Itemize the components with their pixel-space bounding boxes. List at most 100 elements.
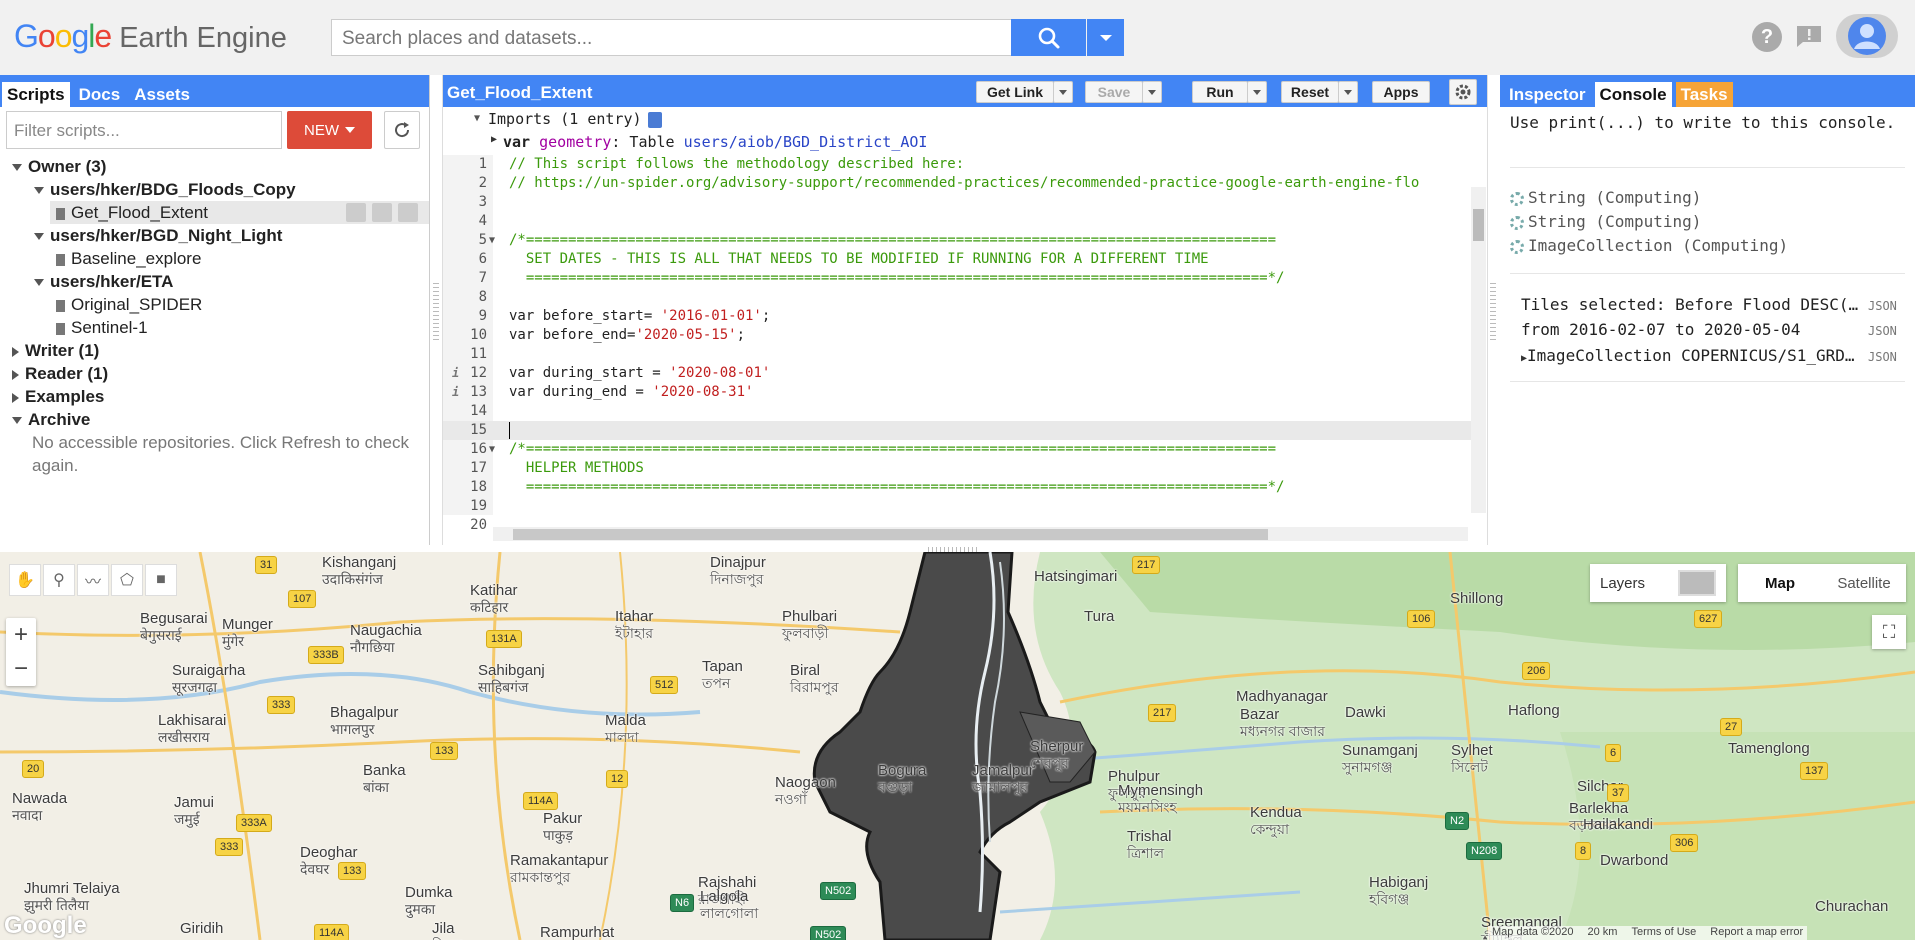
map-view[interactable]: Kishanganj उदाकिसंगंज Katihar कटिहार Dinajpu…	[0, 552, 1915, 940]
zoom-out-button[interactable]: −	[6, 652, 36, 686]
map-type-map-button[interactable]: Map	[1738, 564, 1822, 602]
imports-header[interactable]: ▼ Imports (1 entry)	[474, 110, 662, 128]
file-icon	[56, 299, 65, 312]
save-options-button[interactable]	[1142, 81, 1162, 103]
refresh-button[interactable]	[384, 111, 420, 149]
get-link-options-button[interactable]	[1053, 81, 1073, 103]
reset-button[interactable]: Reset	[1281, 81, 1339, 103]
map-place-label: Churachan	[1815, 898, 1889, 915]
code-line[interactable]: 6 SET DATES - THIS IS ALL THAT NEEDS TO …	[443, 250, 1473, 269]
code-line[interactable]: 10 var before_end='2020-05-15';	[443, 326, 1473, 345]
code-line[interactable]: 16 ▼ /*===================================…	[443, 440, 1473, 459]
zoom-in-button[interactable]: +	[6, 618, 36, 652]
tab-console[interactable]: Console	[1594, 82, 1672, 107]
reset-options-button[interactable]	[1338, 81, 1358, 103]
search-input[interactable]: Search places and datasets...	[331, 19, 1012, 56]
help-icon[interactable]: ?	[1752, 22, 1782, 52]
code-area[interactable]: 1 // This script follows the methodology …	[443, 155, 1473, 533]
apps-button[interactable]: Apps	[1372, 81, 1430, 103]
show-code-icon[interactable]	[647, 111, 662, 128]
tab-scripts[interactable]: Scripts	[2, 82, 70, 107]
right-splitter[interactable]	[1490, 280, 1496, 340]
tree-reader[interactable]: Reader (1)	[0, 362, 429, 385]
terms-of-use-link[interactable]: Terms of Use	[1631, 926, 1696, 940]
tree-repo-eta[interactable]: users/hker/ETA	[0, 270, 429, 293]
google-earth-engine-logo[interactable]: Google Earth Engine	[14, 18, 287, 58]
code-line[interactable]: 2 // https://un-spider.org/advisory-suppo…	[443, 174, 1473, 193]
add-marker-icon[interactable]: ⚲	[43, 564, 75, 596]
line-number: 5	[478, 232, 487, 248]
search-button[interactable]	[1011, 19, 1086, 56]
json-link[interactable]: JSON	[1868, 350, 1897, 364]
filter-scripts-input[interactable]: Filter scripts...	[6, 111, 282, 149]
fold-icon[interactable]: ▼	[489, 440, 495, 459]
fullscreen-icon[interactable]: ⛶	[1872, 615, 1906, 649]
map-place-label: Begusarai बेगुसराई	[140, 610, 208, 643]
tree-repo-bgd-night-light[interactable]: users/hker/BGD_Night_Light	[0, 224, 429, 247]
info-icon[interactable]: i	[452, 364, 459, 383]
tree-file-get-flood-extent[interactable]: Get_Flood_Extent	[50, 201, 429, 224]
json-link[interactable]: JSON	[1868, 324, 1897, 338]
editor-horizontal-scrollbar[interactable]	[493, 527, 1468, 541]
expand-icon	[34, 233, 44, 241]
account-avatar[interactable]	[1836, 14, 1898, 58]
tree-examples[interactable]: Examples	[0, 385, 429, 408]
pan-hand-icon[interactable]: ✋	[9, 564, 41, 596]
json-link[interactable]: JSON	[1868, 299, 1897, 313]
tree-archive[interactable]: Archive	[0, 408, 429, 431]
code-line[interactable]: 7 ======================================…	[443, 269, 1473, 288]
code-line[interactable]: 14	[443, 402, 1473, 421]
fold-icon[interactable]: ▼	[489, 231, 495, 250]
loading-spinner-icon	[1510, 215, 1524, 230]
draw-line-icon[interactable]: 〰	[77, 564, 109, 596]
info-icon[interactable]: i	[452, 383, 459, 402]
draw-rectangle-icon[interactable]: ■	[145, 564, 177, 596]
line-number: 9	[478, 308, 487, 324]
code-line[interactable]: 15	[443, 421, 1473, 440]
delete-icon[interactable]	[398, 203, 418, 222]
tab-docs[interactable]: Docs	[74, 82, 126, 107]
tab-tasks[interactable]: Tasks	[1675, 82, 1733, 107]
tree-writer[interactable]: Writer (1)	[0, 339, 429, 362]
editor-vertical-scrollbar[interactable]	[1471, 187, 1486, 513]
console-output-collection[interactable]: ▶ImageCollection COPERNICUS/S1_GRD...	[1521, 346, 1861, 365]
code-line[interactable]: 9 var before_start= '2016-01-01';	[443, 307, 1473, 326]
code-line[interactable]: 5 ▼ /*====================================…	[443, 231, 1473, 250]
tree-repo-bdg-floods-copy[interactable]: users/hker/BDG_Floods_Copy	[0, 178, 429, 201]
app-header: Google Earth Engine Search places and da…	[0, 0, 1915, 75]
run-button[interactable]: Run	[1192, 81, 1248, 103]
code-line[interactable]: 12 i var during_start = '2020-08-01'	[443, 364, 1473, 383]
map-type-satellite-button[interactable]: Satellite	[1822, 564, 1906, 602]
report-map-error-link[interactable]: Report a map error	[1710, 926, 1803, 940]
fold-icon[interactable]: ▼	[474, 113, 480, 124]
code-line[interactable]: 1 // This script follows the methodology …	[443, 155, 1473, 174]
draw-polygon-icon[interactable]: ⬠	[111, 564, 143, 596]
tree-file-original-spider[interactable]: Original_SPIDER	[0, 293, 429, 316]
tab-assets[interactable]: Assets	[129, 82, 195, 107]
import-geometry[interactable]: ▶ var geometry: Table users/aiob/BGD_Dis…	[491, 133, 927, 151]
settings-button[interactable]	[1449, 79, 1477, 105]
code-line[interactable]: 8	[443, 288, 1473, 307]
edit-icon[interactable]	[372, 203, 392, 222]
new-script-button[interactable]: NEW	[287, 111, 372, 149]
tree-file-sentinel-1[interactable]: Sentinel-1	[0, 316, 429, 339]
code-line[interactable]: 19	[443, 497, 1473, 516]
feedback-icon[interactable]	[1795, 24, 1823, 48]
code-line[interactable]: 4	[443, 212, 1473, 231]
history-icon[interactable]	[346, 203, 366, 222]
run-options-button[interactable]	[1247, 81, 1267, 103]
tree-owner[interactable]: Owner (3)	[0, 155, 429, 178]
layers-button[interactable]: Layers	[1590, 564, 1726, 602]
code-line[interactable]: 13 i var during_end = '2020-08-31'	[443, 383, 1473, 402]
save-button[interactable]: Save	[1085, 81, 1143, 103]
code-text: SET DATES - THIS IS ALL THAT NEEDS TO BE…	[509, 251, 1209, 267]
code-line[interactable]: 18 =====================================…	[443, 478, 1473, 497]
search-options-button[interactable]	[1087, 19, 1124, 56]
code-line[interactable]: 3	[443, 193, 1473, 212]
tree-file-baseline-explore[interactable]: Baseline_explore	[0, 247, 429, 270]
code-line[interactable]: 17 HELPER METHODS	[443, 459, 1473, 478]
get-link-button[interactable]: Get Link	[976, 81, 1054, 103]
tab-inspector[interactable]: Inspector	[1504, 82, 1591, 107]
left-splitter[interactable]	[433, 280, 439, 340]
code-line[interactable]: 11	[443, 345, 1473, 364]
